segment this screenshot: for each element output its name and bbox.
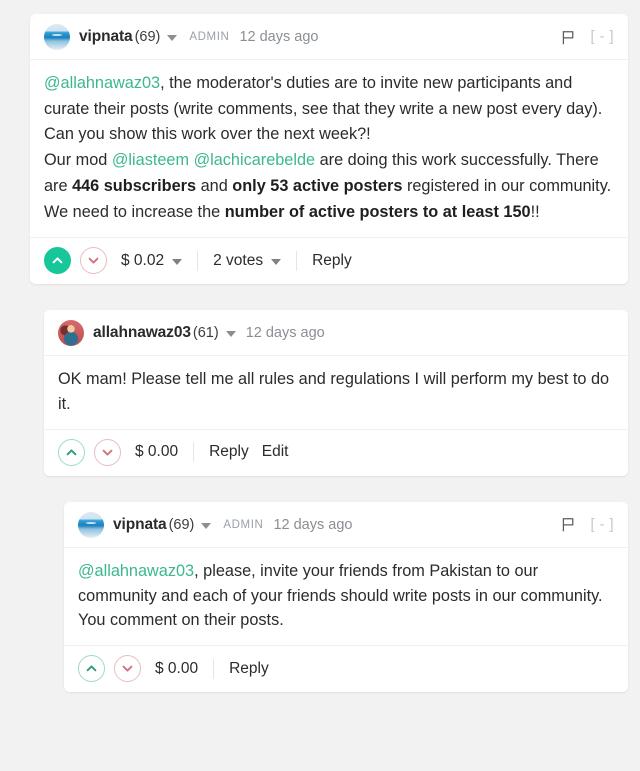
body-text: OK mam! Please tell me all rules and reg… — [58, 370, 610, 414]
payout-chevron-down-icon[interactable] — [172, 259, 183, 266]
sea-photo-avatar[interactable] — [44, 24, 70, 50]
upvote-button[interactable] — [58, 438, 85, 466]
sea-photo-avatar[interactable] — [78, 511, 104, 538]
comment-footer: $ 0.00 Reply — [64, 646, 628, 692]
emphasis-text: 446 subscribers — [72, 176, 197, 195]
comment-timestamp[interactable]: 12 days ago — [273, 517, 352, 533]
downvote-button[interactable] — [80, 247, 107, 275]
author-username[interactable]: vipnata — [79, 28, 133, 46]
author-reputation: (69) — [168, 516, 195, 533]
portrait-photo-avatar[interactable] — [58, 320, 84, 347]
mention-link[interactable]: @lachicarebelde — [194, 151, 316, 169]
comment-timestamp[interactable]: 12 days ago — [239, 29, 318, 45]
comment-card: allahnawaz03 (61) 12 days ago OK mam! Pleas… — [44, 310, 628, 476]
emphasis-text: only 53 active posters — [232, 176, 403, 195]
footer-divider — [193, 442, 195, 463]
author-reputation: (69) — [134, 29, 161, 45]
comment-wrapper: vipnata (69) ADMIN 12 days ago [ - ] @allahna… — [64, 501, 628, 693]
comment-thread: vipnata (69) ADMIN 12 days ago[ - ] @allahna… — [0, 0, 640, 693]
flag-icon[interactable] — [560, 516, 591, 533]
downvote-button[interactable] — [94, 438, 121, 466]
downvote-button[interactable] — [114, 655, 141, 683]
reply-link[interactable]: Reply — [229, 660, 269, 678]
comment-card: vipnata (69) ADMIN 12 days ago [ - ] @allahna… — [64, 501, 628, 693]
collapse-button[interactable]: [ - ] — [591, 517, 614, 533]
chevron-down-icon[interactable] — [201, 522, 212, 529]
footer-divider — [213, 658, 215, 679]
votes-chevron-down-icon[interactable] — [271, 259, 282, 266]
payout-amount[interactable]: $ 0.02 — [121, 252, 164, 270]
footer-divider — [296, 250, 298, 271]
chevron-down-icon[interactable] — [167, 35, 178, 41]
comment-header: vipnata (69) ADMIN 12 days ago [ - ] — [30, 14, 628, 60]
upvote-button[interactable] — [78, 655, 105, 683]
emphasis-text: number of active posters to at least 150 — [224, 202, 531, 221]
admin-badge: ADMIN — [189, 31, 230, 43]
comment-wrapper: vipnata (69) ADMIN 12 days ago [ - ] @allahna… — [30, 14, 628, 285]
mention-link[interactable]: @liasteem — [112, 151, 189, 169]
mention-link[interactable]: @allahnawaz03 — [44, 74, 160, 92]
reply-link[interactable]: Reply — [209, 443, 249, 461]
mention-link[interactable]: @allahnawaz03 — [78, 562, 194, 580]
edit-link[interactable]: Edit — [262, 443, 289, 461]
comment-wrapper: allahnawaz03 (61) 12 days ago OK mam! Pleas… — [44, 310, 628, 476]
comment-body: @allahnawaz03, please, invite your frien… — [64, 548, 628, 647]
comment-card: vipnata (69) ADMIN 12 days ago [ - ] @allahna… — [30, 14, 628, 285]
comment-body: @allahnawaz03, the moderator's duties ar… — [30, 60, 628, 239]
body-text: and — [196, 176, 233, 195]
reply-link[interactable]: Reply — [312, 252, 352, 270]
payout-amount[interactable]: $ 0.00 — [155, 660, 198, 678]
collapse-button[interactable]: [ - ] — [591, 29, 614, 45]
comment-header: vipnata (69) ADMIN 12 days ago [ - ] — [64, 502, 628, 548]
author-username[interactable]: allahnawaz03 — [93, 324, 191, 342]
body-text: !! — [530, 202, 540, 221]
payout-amount[interactable]: $ 0.00 — [135, 443, 178, 461]
footer-divider — [197, 250, 199, 271]
upvote-button[interactable] — [44, 247, 71, 275]
votes-count[interactable]: 2 votes — [213, 252, 263, 270]
comment-header: allahnawaz03 (61) 12 days ago — [44, 310, 628, 357]
author-username[interactable]: vipnata — [113, 516, 167, 534]
comment-footer: $ 0.02 2 votes Reply — [30, 238, 628, 284]
admin-badge: ADMIN — [223, 518, 264, 531]
author-reputation: (61) — [192, 325, 219, 342]
comment-body: OK mam! Please tell me all rules and reg… — [44, 356, 628, 430]
comment-footer: $ 0.00 Reply Edit — [44, 430, 628, 476]
comment-timestamp[interactable]: 12 days ago — [246, 325, 325, 341]
flag-icon[interactable] — [560, 29, 591, 46]
chevron-down-icon[interactable] — [225, 331, 236, 338]
body-text: Our mod — [44, 151, 112, 170]
